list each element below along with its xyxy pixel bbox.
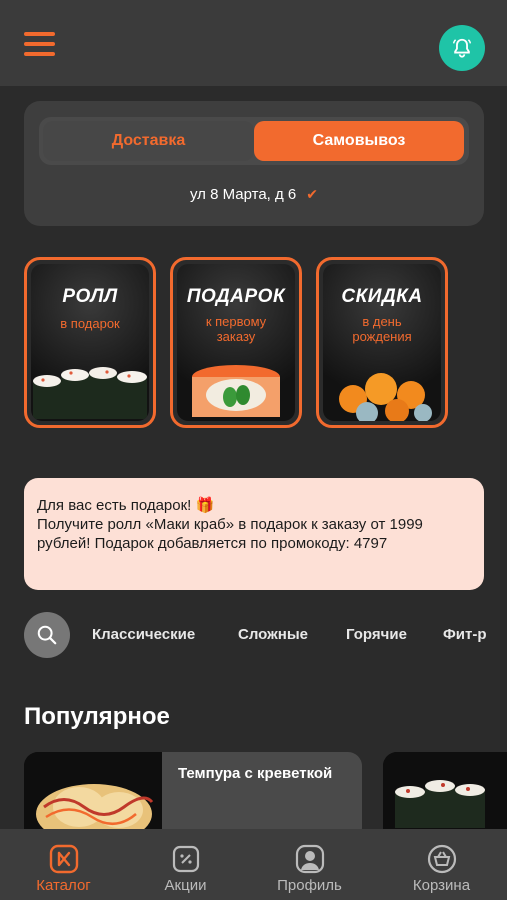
bottom-tab-bar: Каталог Акции Профиль Корзина [0, 829, 507, 900]
tab-profile[interactable]: Профиль [246, 829, 373, 900]
sushi-roll-image [192, 365, 280, 417]
stories-carousel: РОЛЛ в подарок ПОДАРОК к первому заказу [24, 257, 454, 429]
category-classic[interactable]: Классические [92, 626, 195, 643]
category-bar: Классические Сложные Горячие Фит-р [24, 612, 507, 658]
sushi-rolls-image [33, 367, 147, 419]
story-title: СКИДКА [341, 286, 423, 307]
story-subtitle: в день [362, 314, 402, 329]
story-subtitle: в подарок [60, 316, 120, 331]
category-fit[interactable]: Фит-р [443, 626, 487, 643]
story-subtitle: к первому [205, 314, 267, 329]
story-image: РОЛЛ в подарок [31, 264, 149, 421]
search-icon [37, 625, 57, 645]
tab-catalog[interactable]: Каталог [0, 829, 127, 900]
tab-label: Каталог [36, 877, 91, 894]
pickup-tab[interactable]: Самовывоз [254, 121, 464, 161]
profile-icon [295, 844, 324, 874]
address-text: ул 8 Марта, д 6 [190, 186, 297, 203]
tab-label: Профиль [277, 877, 342, 894]
story-image: СКИДКА в день рождения [323, 264, 441, 421]
tab-basket[interactable]: Корзина [378, 829, 505, 900]
promo-text: Получите ролл «Маки краб» в подарок к за… [37, 516, 423, 552]
story-roll-gift[interactable]: РОЛЛ в подарок [24, 257, 156, 428]
delivery-tab[interactable]: Доставка [43, 121, 254, 161]
popular-section-title: Популярное [24, 703, 170, 730]
tobiko-balls-image [339, 373, 432, 421]
story-subtitle-2: рождения [352, 329, 412, 344]
product-name: Темпура с креветкой [178, 765, 333, 782]
basket-icon [427, 844, 456, 874]
story-subtitle-2: заказу [216, 329, 256, 344]
discount-icon [172, 845, 199, 873]
story-title: РОЛЛ [62, 286, 118, 307]
story-first-order-gift[interactable]: ПОДАРОК к первому заказу [170, 257, 302, 428]
catalog-icon [49, 844, 78, 874]
chevron-down-icon: ✔ [306, 186, 318, 202]
menu-icon[interactable] [24, 32, 55, 62]
category-hot[interactable]: Горячие [346, 626, 407, 643]
tab-label: Акции [164, 877, 207, 894]
category-complex[interactable]: Сложные [238, 626, 308, 643]
address-selector[interactable]: ул 8 Марта, д 6 ✔ [24, 186, 484, 203]
tab-label: Корзина [412, 877, 471, 894]
notifications-button[interactable] [439, 25, 485, 71]
promo-title: Для вас есть подарок! 🎁 [37, 497, 215, 514]
delivery-card: Доставка Самовывоз ул 8 Марта, д 6 ✔ [24, 101, 484, 226]
story-title: ПОДАРОК [186, 286, 286, 307]
search-button[interactable] [24, 612, 70, 658]
delivery-mode-switch: Доставка Самовывоз [39, 117, 469, 165]
gift-promo-banner: Для вас есть подарок! 🎁 Получите ролл «М… [24, 478, 484, 590]
bell-icon [453, 38, 471, 58]
tab-promotions[interactable]: Акции [122, 829, 249, 900]
story-image: ПОДАРОК к первому заказу [177, 264, 295, 421]
story-birthday-discount[interactable]: СКИДКА в день рождения [316, 257, 448, 428]
top-bar [0, 0, 507, 86]
